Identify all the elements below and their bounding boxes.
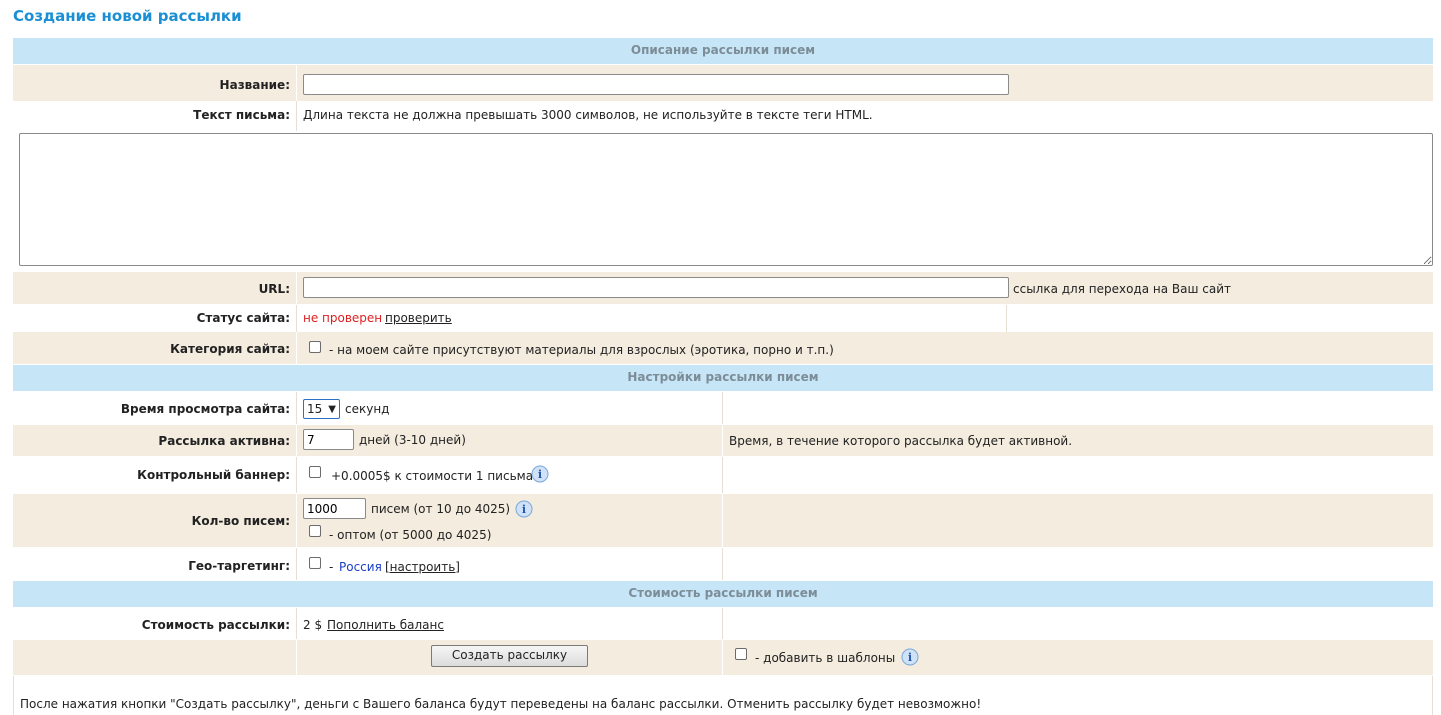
wholesale-checkbox[interactable] <box>309 525 321 537</box>
site-status-label: Статус сайта: <box>196 311 290 325</box>
url-input[interactable] <box>303 277 1009 298</box>
active-note: Время, в течение которого рассылка будет… <box>729 434 1073 448</box>
view-time-unit: секунд <box>345 402 390 416</box>
wholesale-text: - оптом (от 5000 до 4025) <box>329 528 492 542</box>
svg-text:i: i <box>908 651 912 664</box>
count-unit: писем (от 10 до 4025) <box>371 502 511 516</box>
row-submit <box>13 640 1433 675</box>
active-label: Рассылка активна: <box>158 434 290 448</box>
count-label: Кол-во писем: <box>191 514 290 528</box>
site-status-value: не проверен <box>303 311 383 325</box>
add-template-checkbox[interactable] <box>735 648 747 660</box>
view-time-label: Время просмотра сайта: <box>120 402 290 416</box>
info-icon[interactable]: i <box>515 500 533 518</box>
name-label: Название: <box>219 78 290 92</box>
letter-hint: Длина текста не должна превышать 3000 си… <box>303 108 873 122</box>
cost-value: 2 $ <box>303 618 323 632</box>
chevron-down-icon: ▼ <box>328 404 336 415</box>
section-header-cost: Стоимость рассылки писем <box>13 581 1433 607</box>
url-hint: ссылка для перехода на Ваш сайт <box>1013 282 1232 296</box>
section-header-description: Описание рассылки писем <box>13 38 1433 64</box>
add-template-text: - добавить в шаблоны <box>755 651 896 665</box>
letter-textarea[interactable] <box>19 133 1433 266</box>
banner-checkbox[interactable] <box>309 466 321 478</box>
letter-label: Текст письма: <box>193 108 290 122</box>
create-mailing-button[interactable]: Создать рассылку <box>431 645 588 667</box>
geo-dash: - <box>329 560 334 574</box>
geo-label: Гео-таргетинг: <box>188 559 290 573</box>
geo-configure-link[interactable]: [настроить] <box>385 560 460 574</box>
section-header-settings: Настройки рассылки писем <box>13 365 1433 391</box>
count-input[interactable] <box>303 498 366 519</box>
active-days-input[interactable] <box>303 429 354 450</box>
svg-text:i: i <box>538 468 542 481</box>
site-category-label: Категория сайта: <box>170 342 290 356</box>
name-input[interactable] <box>303 74 1009 95</box>
url-label: URL: <box>258 282 290 296</box>
adult-content-checkbox[interactable] <box>309 341 321 353</box>
banner-label: Контрольный баннер: <box>137 468 290 482</box>
cost-label: Стоимость рассылки: <box>141 618 290 632</box>
active-days-unit: дней (3-10 дней) <box>359 433 466 447</box>
info-icon[interactable]: i <box>901 648 919 666</box>
info-icon[interactable]: i <box>531 465 549 483</box>
adult-content-text: - на моем сайте присутствуют материалы д… <box>329 343 834 357</box>
geo-checkbox[interactable] <box>309 557 321 569</box>
topup-balance-link[interactable]: Пополнить баланс <box>327 618 444 632</box>
banner-text: +0.0005$ к стоимости 1 письма <box>331 469 534 483</box>
view-time-selected: 15 <box>307 402 323 416</box>
check-site-link[interactable]: проверить <box>385 311 452 325</box>
geo-country: Россия <box>339 560 382 574</box>
svg-text:i: i <box>522 503 526 516</box>
footer-note: После нажатия кнопки "Создать рассылку",… <box>20 697 982 711</box>
page-title: Создание новой рассылки <box>13 7 242 25</box>
view-time-select[interactable]: 15 ▼ <box>303 399 340 419</box>
